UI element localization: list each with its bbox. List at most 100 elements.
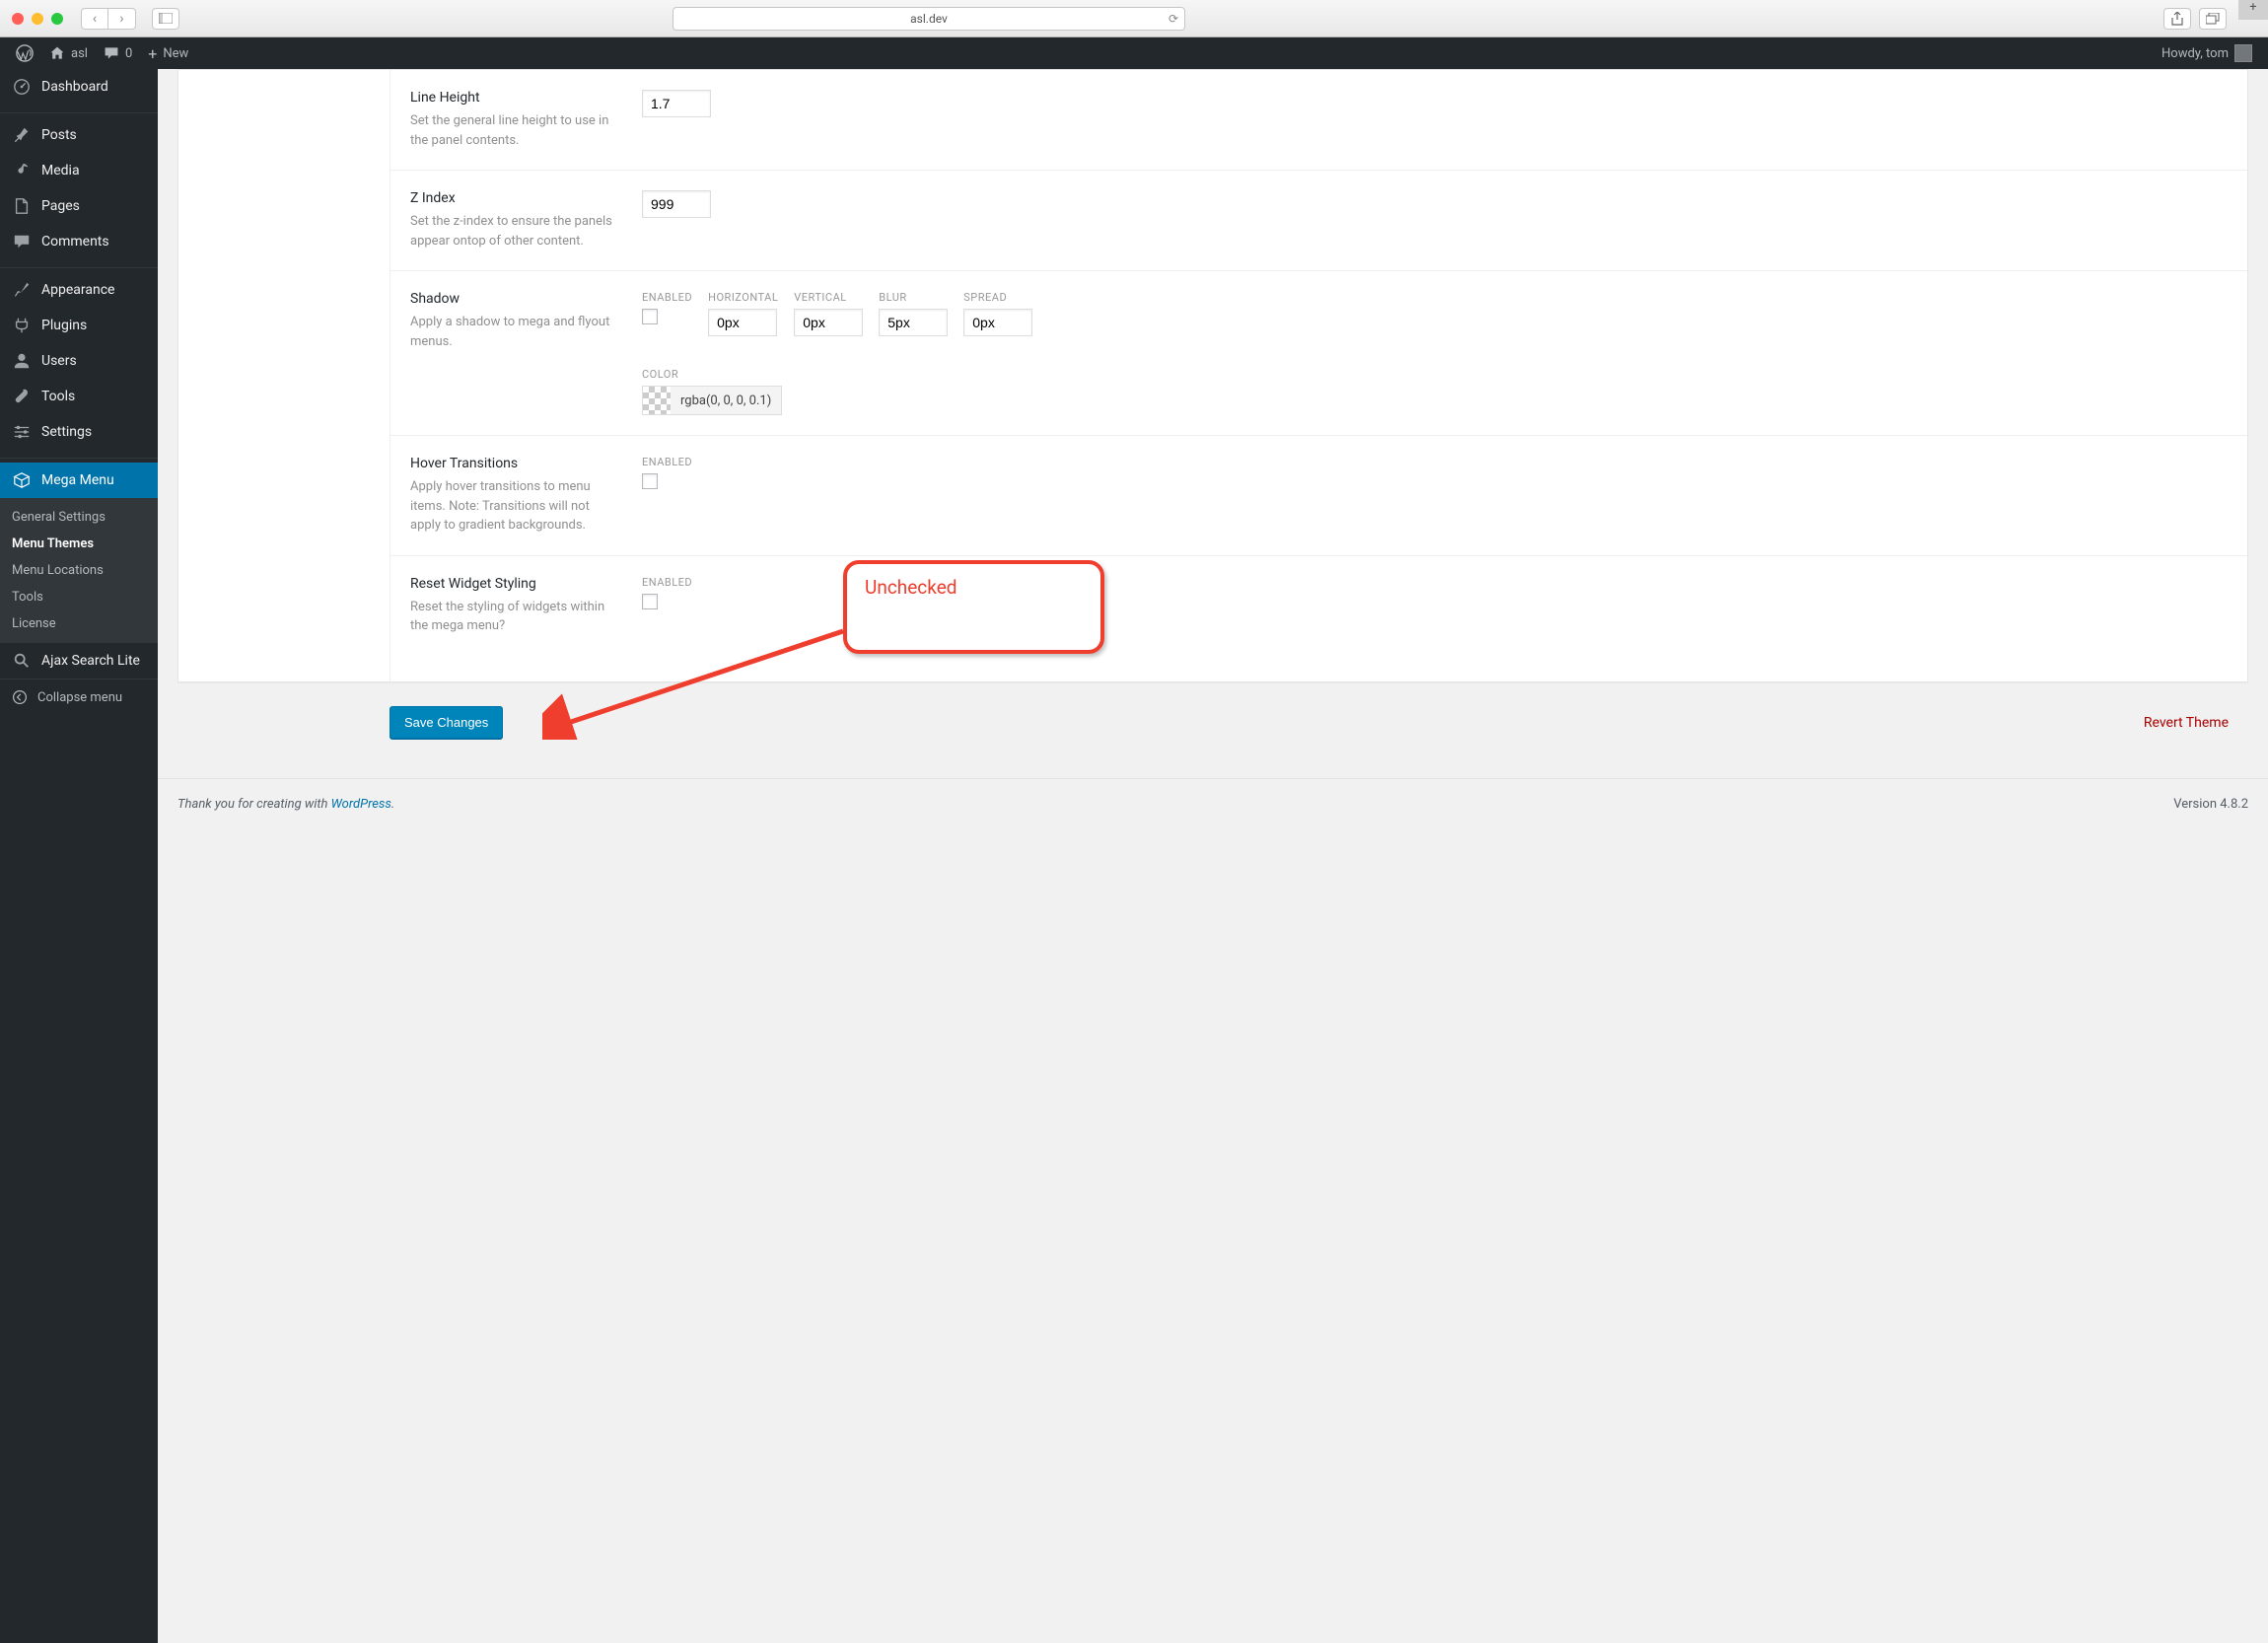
setting-title: Shadow [410,291,622,307]
plug-icon [12,317,32,334]
setting-description: Apply a shadow to mega and flyout menus. [410,313,622,351]
wp-footer: Thank you for creating with WordPress. V… [158,778,2268,829]
site-name-link[interactable]: asl [41,37,96,69]
home-icon [49,45,65,61]
pin-icon [12,126,32,144]
url-text: asl.dev [910,12,948,26]
new-tab-button[interactable]: + [2238,0,2268,20]
shadow-spread-input[interactable] [963,309,1032,336]
plus-icon: + [148,44,157,63]
shadow-color-picker[interactable]: rgba(0, 0, 0, 0.1) [642,386,782,415]
sliders-icon [12,423,32,441]
setting-description: Apply hover transitions to menu items. N… [410,477,622,536]
submenu-license[interactable]: License [0,610,158,637]
setting-hover-transitions: Hover Transitions Apply hover transition… [390,436,2247,556]
sidebar-item-settings[interactable]: Settings [0,414,158,450]
admin-sidebar: Dashboard Posts Media Pages Comments App… [0,69,158,1643]
sidebar-item-comments[interactable]: Comments [0,224,158,259]
color-value: rgba(0, 0, 0, 0.1) [671,387,781,414]
vertical-label: VERTICAL [794,291,863,304]
setting-title: Hover Transitions [410,456,622,471]
sidebar-item-dashboard[interactable]: Dashboard [0,69,158,105]
version-text: Version 4.8.2 [2173,797,2248,812]
sidebar-item-appearance[interactable]: Appearance [0,272,158,308]
tabs-button[interactable] [2199,8,2227,30]
new-content-link[interactable]: +New [140,37,196,69]
wp-admin-bar: asl 0 +New Howdy, tom [0,37,2268,69]
horizontal-label: HORIZONTAL [708,291,778,304]
actions-row: Save Changes Revert Theme [390,706,2248,739]
hover-enabled-checkbox[interactable] [642,473,658,489]
user-icon [12,352,32,370]
line-height-input[interactable] [642,90,711,117]
setting-title: Line Height [410,90,622,106]
color-label: COLOR [642,368,782,381]
traffic-lights [12,13,63,25]
wp-logo[interactable] [8,37,41,69]
comment-icon [12,233,32,250]
setting-title: Z Index [410,190,622,206]
shadow-enabled-checkbox[interactable] [642,309,658,324]
maximize-window-button[interactable] [51,13,63,25]
back-button[interactable]: ‹ [81,8,108,30]
comment-icon [104,45,119,61]
save-changes-button[interactable]: Save Changes [390,706,503,739]
shadow-horizontal-input[interactable] [708,309,777,336]
annotation-callout: Unchecked [843,560,1104,654]
sidebar-item-tools[interactable]: Tools [0,379,158,414]
reset-enabled-checkbox[interactable] [642,594,658,609]
sidebar-item-ajax-search[interactable]: Ajax Search Lite [0,643,158,679]
main-content: Line Height Set the general line height … [158,69,2268,1643]
setting-shadow: Shadow Apply a shadow to mega and flyout… [390,271,2247,436]
enabled-label: ENABLED [642,291,692,304]
setting-line-height: Line Height Set the general line height … [390,70,2247,171]
reload-icon[interactable]: ⟳ [1169,12,1178,26]
share-button[interactable] [2163,8,2191,30]
revert-theme-link[interactable]: Revert Theme [2144,715,2229,731]
sidebar-item-users[interactable]: Users [0,343,158,379]
cube-icon [12,471,32,489]
blur-label: BLUR [879,291,948,304]
collapse-menu-button[interactable]: Collapse menu [0,679,158,715]
z-index-input[interactable] [642,190,711,218]
footer-text: Thank you for creating with WordPress. [177,797,394,812]
setting-title: Reset Widget Styling [410,576,622,592]
sidebar-item-media[interactable]: Media [0,153,158,188]
submenu-menu-locations[interactable]: Menu Locations [0,557,158,584]
setting-description: Reset the styling of widgets within the … [410,598,622,636]
shadow-vertical-input[interactable] [794,309,863,336]
wrench-icon [12,388,32,405]
collapse-icon [12,689,28,705]
sidebar-toggle-button[interactable] [152,8,179,30]
page-icon [12,197,32,215]
setting-z-index: Z Index Set the z-index to ensure the pa… [390,171,2247,271]
settings-box: Line Height Set the general line height … [177,69,2248,682]
mega-menu-submenu: General Settings Menu Themes Menu Locati… [0,498,158,643]
browser-chrome: ‹ › asl.dev ⟳ + [0,0,2268,37]
color-swatch [643,387,671,414]
spread-label: SPREAD [963,291,1032,304]
sidebar-item-mega-menu[interactable]: Mega Menu [0,463,158,498]
setting-reset-widget-styling: Reset Widget Styling Reset the styling o… [390,556,2247,656]
minimize-window-button[interactable] [32,13,43,25]
wordpress-link[interactable]: WordPress [331,797,391,812]
dashboard-icon [12,78,32,96]
sidebar-item-plugins[interactable]: Plugins [0,308,158,343]
avatar [2234,44,2252,62]
submenu-tools[interactable]: Tools [0,584,158,610]
setting-description: Set the general line height to use in th… [410,111,622,150]
brush-icon [12,281,32,299]
submenu-menu-themes[interactable]: Menu Themes [0,531,158,557]
submenu-general-settings[interactable]: General Settings [0,504,158,531]
enabled-label: ENABLED [642,456,692,468]
url-bar[interactable]: asl.dev ⟳ [673,7,1185,31]
enabled-label: ENABLED [642,576,692,589]
shadow-blur-input[interactable] [879,309,948,336]
media-icon [12,162,32,179]
my-account-link[interactable]: Howdy, tom [2154,44,2260,62]
sidebar-item-posts[interactable]: Posts [0,117,158,153]
close-window-button[interactable] [12,13,24,25]
comments-link[interactable]: 0 [96,37,140,69]
sidebar-item-pages[interactable]: Pages [0,188,158,224]
forward-button[interactable]: › [108,8,136,30]
